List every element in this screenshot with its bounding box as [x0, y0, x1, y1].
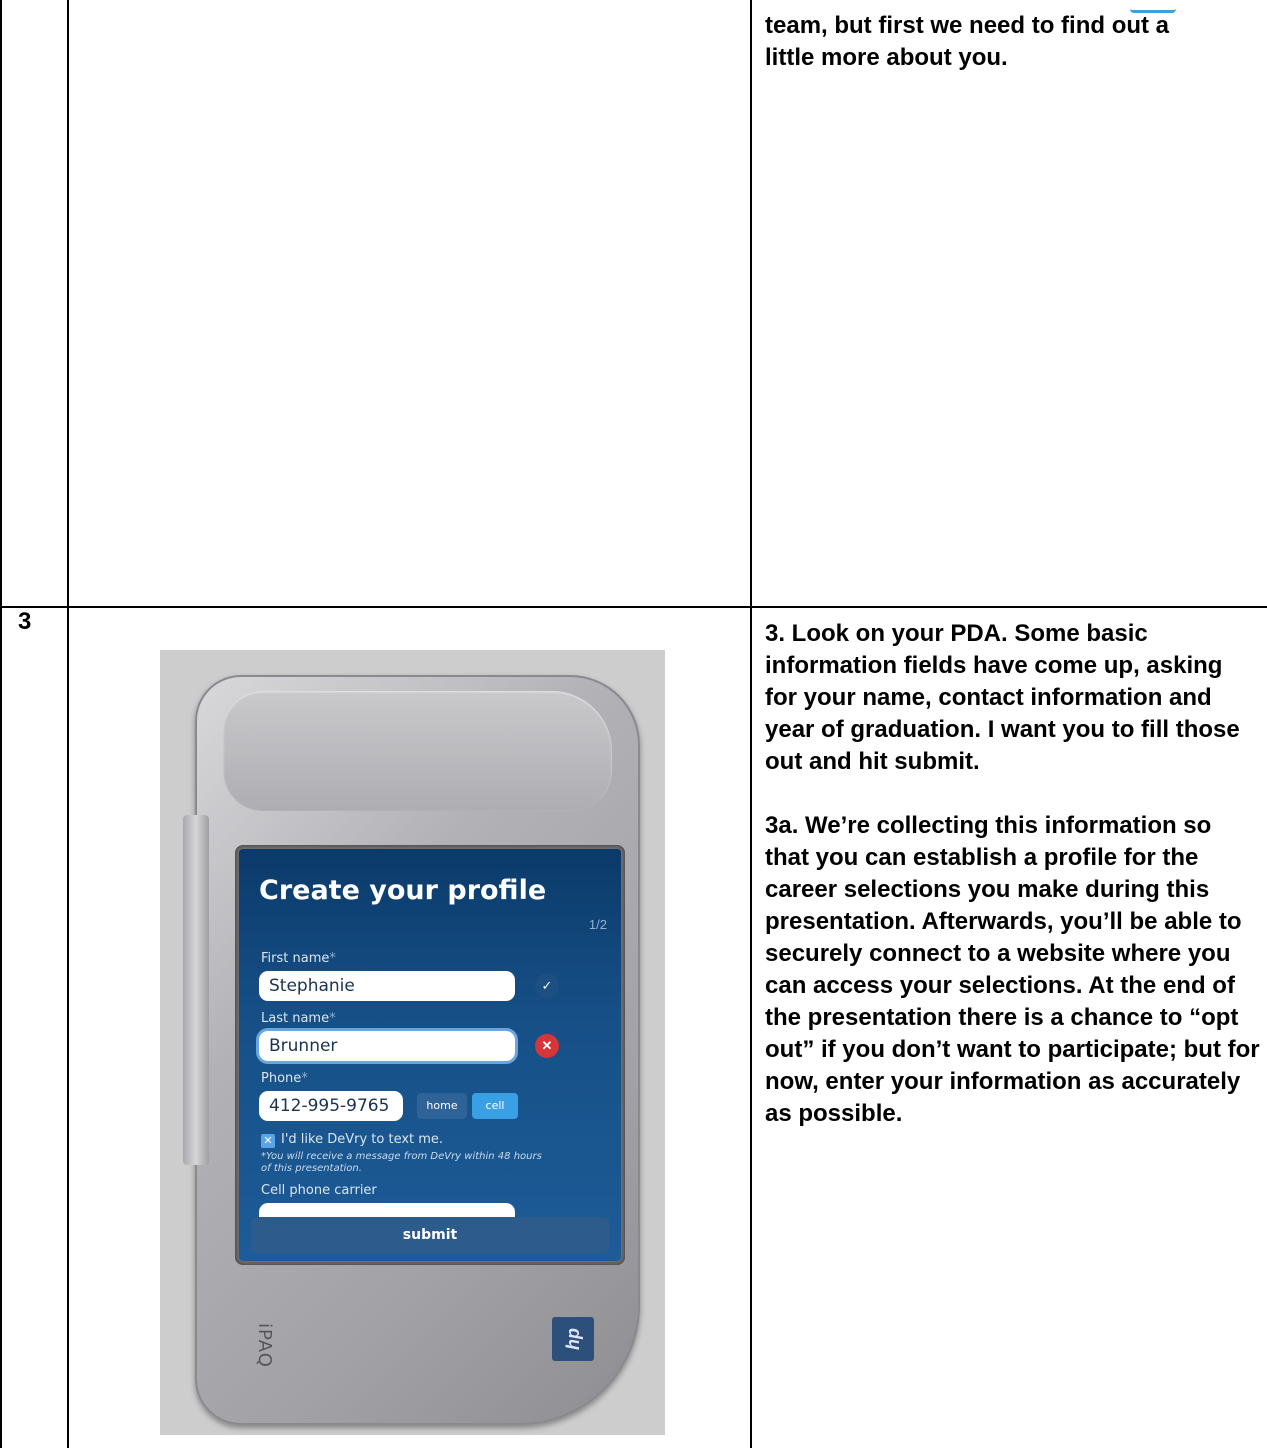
row2-notes: team, but first we need to find out a li… — [765, 10, 1255, 74]
checkmark-icon: ✓ — [535, 974, 559, 998]
ipaq-brand-label: iPAQ — [254, 1323, 275, 1368]
row3-note-3: 3. Look on your PDA. Some basic informat… — [765, 620, 1240, 775]
table-row-divider — [0, 606, 1267, 608]
text-me-checkbox[interactable]: ✕ — [261, 1134, 275, 1148]
profile-title: Create your profile — [259, 875, 547, 906]
hp-logo: hp — [552, 1317, 594, 1361]
page-indicator: 1/2 — [588, 917, 607, 932]
row3-note-3a: 3a. We’re collecting this information so… — [765, 812, 1260, 1127]
first-name-field[interactable]: Stephanie — [259, 971, 515, 1001]
submit-button[interactable]: submit — [251, 1217, 609, 1253]
row2-notes-line-1: team, but first we need to find out a — [765, 12, 1170, 39]
error-x-icon[interactable]: ✕ — [535, 1034, 559, 1058]
table-left-border — [0, 0, 2, 1448]
last-name-label: Last name* — [261, 1011, 336, 1026]
table-col-divider-2 — [750, 0, 752, 1448]
last-name-field[interactable]: Brunner — [259, 1031, 515, 1061]
phone-type-cell-button[interactable]: cell — [472, 1093, 518, 1119]
phone-label: Phone* — [261, 1071, 308, 1086]
text-me-note: *You will receive a message from DeVry w… — [261, 1151, 542, 1174]
device-top-panel — [223, 691, 612, 811]
phone-field[interactable]: 412-995-9765 — [259, 1091, 403, 1121]
table-col-divider-1 — [67, 0, 69, 1448]
text-me-label: I'd like DeVry to text me. — [281, 1132, 444, 1147]
phone-type-home-button[interactable]: home — [417, 1093, 467, 1119]
carrier-label: Cell phone carrier — [261, 1183, 377, 1198]
row2-notes-line-2: little more about you. — [765, 44, 1008, 71]
pda-screen: Create your profile 1/2 First name* Step… — [239, 849, 621, 1261]
row3-notes: 3. Look on your PDA. Some basic informat… — [765, 618, 1260, 1130]
step-number: 3 — [18, 608, 32, 635]
device-side-hinge — [183, 815, 209, 1165]
pda-screen-frame: Create your profile 1/2 First name* Step… — [235, 845, 625, 1265]
pda-image: Create your profile 1/2 First name* Step… — [160, 650, 665, 1435]
first-name-label: First name* — [261, 951, 336, 966]
pda-device: Create your profile 1/2 First name* Step… — [183, 675, 640, 1425]
